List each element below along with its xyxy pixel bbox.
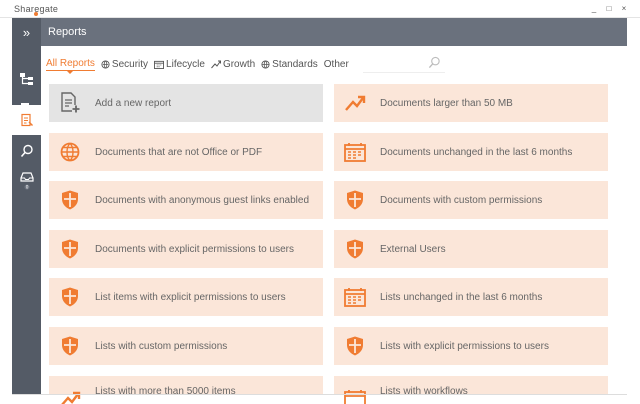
sidebar-item-tasks[interactable]: 0 xyxy=(12,166,41,196)
close-button[interactable]: × xyxy=(618,3,630,14)
report-card[interactable]: External Users xyxy=(334,230,608,268)
tab-security[interactable]: Security xyxy=(101,59,148,70)
tab-standards[interactable]: Standards xyxy=(261,59,318,70)
svg-text:0: 0 xyxy=(25,185,28,191)
shield-icon xyxy=(347,190,363,210)
sidebar-item-reports[interactable] xyxy=(12,105,41,135)
tab-label: All Reports xyxy=(46,57,95,69)
shield-icon xyxy=(347,239,363,259)
tab-all-reports[interactable]: All Reports xyxy=(46,57,95,74)
report-label: Lists with explicit permissions to users xyxy=(380,340,549,352)
calendar-icon xyxy=(344,288,366,307)
shield-icon xyxy=(62,239,78,259)
tab-growth[interactable]: Growth xyxy=(211,59,255,70)
report-label: Lists with more than 5000 items xyxy=(95,386,236,397)
trend-icon xyxy=(211,60,221,68)
title-bar: Sharegate _ □ × xyxy=(0,0,640,18)
report-card[interactable]: Documents larger than 50 MB xyxy=(334,84,608,122)
trend-up-icon xyxy=(345,95,366,111)
shield-icon xyxy=(347,336,363,356)
calendar-icon xyxy=(154,60,164,69)
report-label: Documents with custom permissions xyxy=(380,194,543,206)
tab-label: Lifecycle xyxy=(166,58,205,70)
tab-lifecycle[interactable]: Lifecycle xyxy=(154,59,205,70)
tab-other[interactable]: Other xyxy=(324,59,349,70)
report-card[interactable]: List items with explicit permissions to … xyxy=(49,278,323,316)
report-card[interactable]: Documents with explicit permissions to u… xyxy=(49,230,323,268)
report-label: Documents that are not Office or PDF xyxy=(95,146,263,158)
report-label: Add a new report xyxy=(95,97,172,109)
report-card[interactable]: Documents with custom permissions xyxy=(334,181,608,219)
report-card[interactable]: Lists with workflows xyxy=(334,376,608,404)
calendar-icon xyxy=(344,390,366,404)
globe-icon xyxy=(60,142,80,162)
report-card[interactable]: Documents with anonymous guest links ena… xyxy=(49,181,323,219)
globe-icon xyxy=(261,59,270,69)
report-card[interactable]: Lists with explicit permissions to users xyxy=(334,327,608,365)
search-icon xyxy=(428,56,440,69)
app-logo-dot xyxy=(34,12,38,16)
sitemap-icon xyxy=(19,73,33,85)
minimize-button[interactable]: _ xyxy=(588,3,600,14)
report-card[interactable]: Lists with custom permissions xyxy=(49,327,323,365)
sidebar-item-explore[interactable] xyxy=(12,136,41,166)
sidebar-item-migration[interactable] xyxy=(12,64,41,94)
tab-label: Growth xyxy=(222,58,256,70)
shield-icon xyxy=(62,287,78,307)
maximize-button[interactable]: □ xyxy=(603,3,615,14)
add-report-icon xyxy=(61,92,80,113)
globe-shield-icon xyxy=(101,59,110,69)
shield-icon xyxy=(62,336,78,356)
search-input[interactable] xyxy=(363,53,445,73)
window-controls: _ □ × xyxy=(588,3,630,14)
trend-up-icon xyxy=(61,391,81,404)
shield-icon xyxy=(62,190,78,210)
search-icon xyxy=(20,144,33,158)
report-label: Documents unchanged in the last 6 months xyxy=(380,146,573,158)
report-label: Documents with explicit permissions to u… xyxy=(95,243,294,255)
report-label: External Users xyxy=(380,243,446,255)
report-label: Documents with anonymous guest links ena… xyxy=(95,194,310,206)
sidebar: » 0 xyxy=(12,18,41,394)
report-filter-tabs: All Reports Security Lifecycle Growth St… xyxy=(46,56,355,74)
inbox-icon: 0 xyxy=(19,172,34,191)
report-label: List items with explicit permissions to … xyxy=(95,291,286,303)
reports-icon xyxy=(20,113,33,127)
tab-label: Other xyxy=(323,58,349,70)
report-card[interactable]: Add a new report xyxy=(49,84,323,122)
report-card[interactable]: Lists with more than 5000 items xyxy=(49,376,323,404)
report-card[interactable]: Documents unchanged in the last 6 months xyxy=(334,133,608,171)
report-label: Documents larger than 50 MB xyxy=(380,97,513,109)
report-label: Lists unchanged in the last 6 months xyxy=(380,291,543,303)
window-bottom-edge xyxy=(12,394,627,395)
calendar-icon xyxy=(344,143,366,162)
page-title: Reports xyxy=(48,26,87,38)
tab-label: Security xyxy=(111,58,149,70)
sidebar-toggle-button[interactable]: » xyxy=(12,18,41,46)
report-label: Lists with workflows xyxy=(380,386,468,397)
page-header: Reports xyxy=(41,18,627,46)
tab-label: Standards xyxy=(272,58,318,70)
report-label: Lists with custom permissions xyxy=(95,340,228,352)
report-card[interactable]: Documents that are not Office or PDF xyxy=(49,133,323,171)
report-card[interactable]: Lists unchanged in the last 6 months xyxy=(334,278,608,316)
